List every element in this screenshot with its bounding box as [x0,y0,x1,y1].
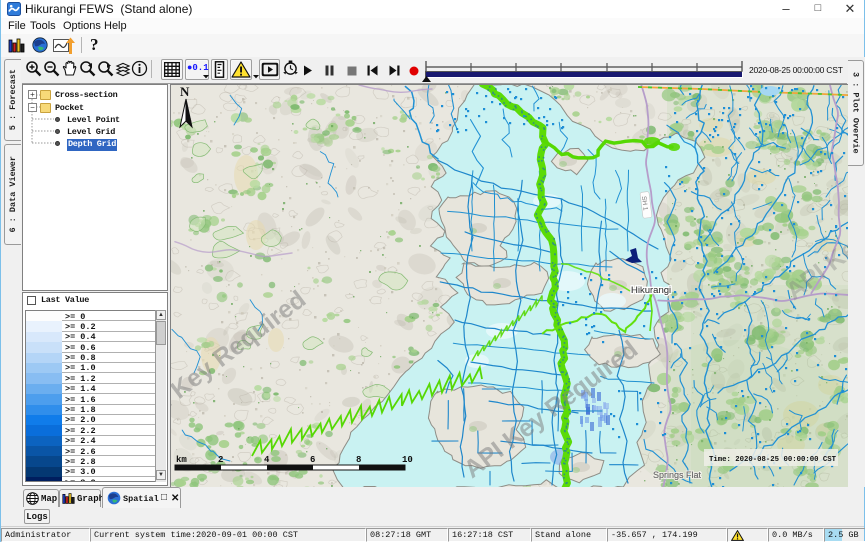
svg-text:8: 8 [356,455,361,465]
svg-text:km: km [176,455,187,465]
svg-text:Springs Flat: Springs Flat [653,470,702,480]
svg-text:?: ? [90,36,99,52]
svg-text:10: 10 [402,455,413,465]
svg-text:6: 6 [310,455,315,465]
svg-text:N: N [180,85,190,99]
svg-text:Hikurangi: Hikurangi [631,285,671,296]
svg-text:Time: 2020-08-25 00:00:00 CST: Time: 2020-08-25 00:00:00 CST [709,456,837,464]
svg-text:4: 4 [264,455,270,465]
svg-text:2: 2 [218,455,223,465]
